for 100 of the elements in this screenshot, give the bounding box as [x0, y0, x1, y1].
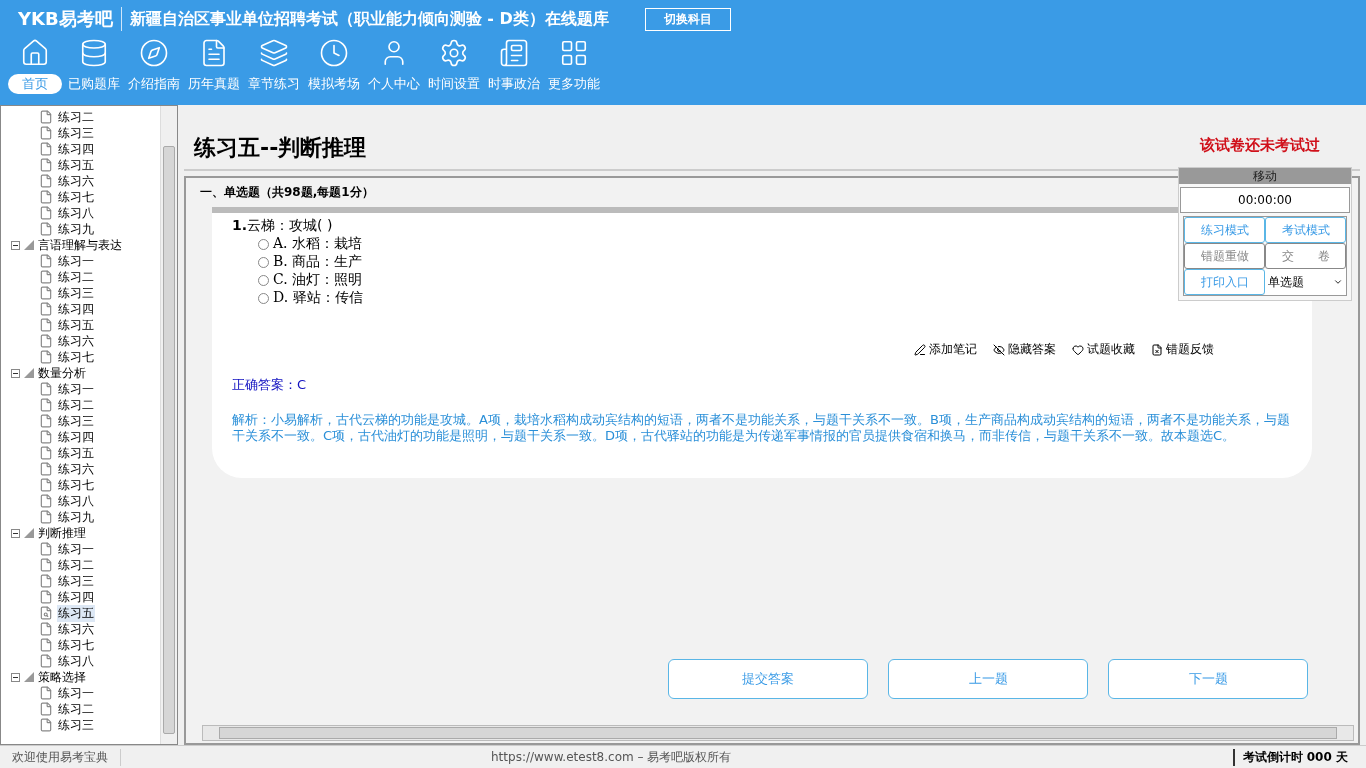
- answer-analysis: 解析：小易解析，古代云梯的功能是攻城。A项，栽培水稻构成动宾结构的短语，两者不是功能关系，与题干关系不一致。B项，生产商品构成动宾结构的短语，两者不是功能关系，与题干关系不一致。C项，古代油灯的功能是照明，与题干关系一致。D项，古代驿站的功能是为传递军事情报的官员提供食宿和换马，而非传信，与题干关系不一致。故本题选C。: [232, 412, 1291, 444]
- collapse-icon[interactable]: [11, 528, 20, 538]
- welcome-text: 欢迎使用易考宝典: [0, 748, 121, 766]
- document-icon: [39, 654, 53, 668]
- document-icon: [39, 398, 53, 412]
- tree-item[interactable]: 练习四: [57, 300, 95, 318]
- tree-group[interactable]: 言语理解与表达: [38, 236, 122, 254]
- tree-item[interactable]: 练习七: [57, 348, 95, 366]
- database-icon: [79, 38, 109, 68]
- clock-icon: [319, 38, 349, 68]
- collapse-icon[interactable]: [11, 672, 20, 682]
- document-icon: [1151, 343, 1163, 356]
- collapse-icon[interactable]: [11, 368, 20, 378]
- tree-item[interactable]: 练习二: [57, 396, 95, 414]
- document-icon: [39, 334, 53, 348]
- tree-item[interactable]: 练习六: [57, 460, 95, 478]
- page-title: 练习五--判断推理: [194, 134, 367, 162]
- document-icon: [39, 430, 53, 444]
- type-select[interactable]: 单选题: [1265, 269, 1346, 295]
- tree-item[interactable]: 练习八: [57, 204, 95, 222]
- panel-header[interactable]: 移动: [1179, 168, 1351, 184]
- layers-icon: [259, 38, 289, 68]
- tree-item[interactable]: 练习二: [57, 108, 95, 126]
- option-text: B. 商品：生产: [273, 253, 363, 271]
- tree-group[interactable]: 数量分析: [38, 364, 86, 382]
- tree-item[interactable]: 练习八: [57, 652, 95, 670]
- document-icon: [39, 270, 53, 284]
- document-icon: [39, 590, 53, 604]
- triangle-icon: [24, 528, 34, 538]
- document-icon: [39, 190, 53, 204]
- caret-icon: [1333, 277, 1343, 287]
- countdown-text: 考试倒计时 000 天: [1232, 748, 1366, 766]
- document-icon: [39, 494, 53, 508]
- document-icon: [39, 510, 53, 524]
- tree-item[interactable]: 练习七: [57, 476, 95, 494]
- exam-status: 该试卷还未考试过: [1200, 136, 1320, 155]
- question-stem: 1.云梯：攻城( ): [232, 217, 333, 235]
- action-link[interactable]: 隐藏答案: [993, 341, 1056, 358]
- section-heading: 一、单选题（共98题,每题1分）: [200, 184, 374, 201]
- tree-item[interactable]: 练习五: [57, 444, 95, 462]
- tree-item[interactable]: 练习一: [57, 540, 95, 558]
- tree-group[interactable]: 策略选择: [38, 668, 86, 686]
- radio-button[interactable]: [258, 292, 269, 304]
- document-icon: [39, 574, 53, 588]
- document-icon: [39, 718, 53, 732]
- tree-item[interactable]: 练习七: [57, 188, 95, 206]
- document-icon: [39, 686, 53, 700]
- radio-button[interactable]: [258, 238, 269, 250]
- option-text: A. 水稻：栽培: [273, 235, 362, 253]
- tree-item[interactable]: 练习三: [57, 572, 95, 590]
- tree-item[interactable]: 练习二: [57, 700, 95, 718]
- tree-item[interactable]: 练习九: [57, 508, 95, 526]
- newspaper-icon: [499, 38, 529, 68]
- tree-item[interactable]: 练习六: [57, 332, 95, 350]
- tree-item[interactable]: 练习四: [57, 428, 95, 446]
- document-icon: [39, 302, 53, 316]
- document-icon: [39, 110, 53, 124]
- document-icon: [39, 286, 53, 300]
- radio-button[interactable]: [258, 274, 269, 286]
- tree-item[interactable]: 练习二: [57, 556, 95, 574]
- tree-item[interactable]: 练习一: [57, 252, 95, 270]
- action-link[interactable]: 错题反馈: [1151, 341, 1214, 358]
- tree-group[interactable]: 判断推理: [38, 524, 86, 542]
- document-icon: [39, 174, 53, 188]
- scrollbar[interactable]: [202, 725, 1354, 741]
- tree-item[interactable]: 练习三: [57, 284, 95, 302]
- document-icon: [39, 446, 53, 460]
- tree-item[interactable]: 练习三: [57, 124, 95, 142]
- collapse-icon[interactable]: [11, 240, 20, 250]
- correct-answer: 正确答案：C: [232, 376, 307, 394]
- radio-button[interactable]: [258, 256, 269, 268]
- tree-item[interactable]: 练习六: [57, 620, 95, 638]
- option-text: C. 油灯：照明: [273, 271, 363, 289]
- document-icon: [39, 462, 53, 476]
- tree-item[interactable]: 练习九: [57, 220, 95, 238]
- tree-item[interactable]: 练习三: [57, 716, 95, 734]
- tree-item[interactable]: 练习四: [57, 588, 95, 606]
- document-search-icon: [39, 606, 53, 620]
- tree-item[interactable]: 练习二: [57, 268, 95, 286]
- action-link[interactable]: 试题收藏: [1072, 341, 1135, 358]
- document-icon: [39, 158, 53, 172]
- tree-item[interactable]: 练习六: [57, 172, 95, 190]
- tree-item[interactable]: 练习四: [57, 140, 95, 158]
- grid-icon: [559, 38, 589, 68]
- tree-item[interactable]: 练习七: [57, 636, 95, 654]
- heart-icon: [1072, 343, 1084, 356]
- tree-item[interactable]: 练习一: [57, 380, 95, 398]
- tree-item[interactable]: 练习八: [57, 492, 95, 510]
- tree-item[interactable]: 练习一: [57, 684, 95, 702]
- action-link[interactable]: 添加笔记: [914, 341, 977, 358]
- scrollbar[interactable]: [160, 106, 177, 744]
- pencil-icon: [914, 343, 926, 356]
- home-icon: [20, 38, 50, 68]
- document-icon: [39, 206, 53, 220]
- document-icon: [39, 622, 53, 636]
- tree-item[interactable]: 练习五: [57, 604, 95, 622]
- copyright-text: https://www.etest8.com – 易考吧版权所有: [490, 748, 733, 766]
- tree-item[interactable]: 练习五: [57, 156, 95, 174]
- tree-item[interactable]: 练习三: [57, 412, 95, 430]
- tree-item[interactable]: 练习五: [57, 316, 95, 334]
